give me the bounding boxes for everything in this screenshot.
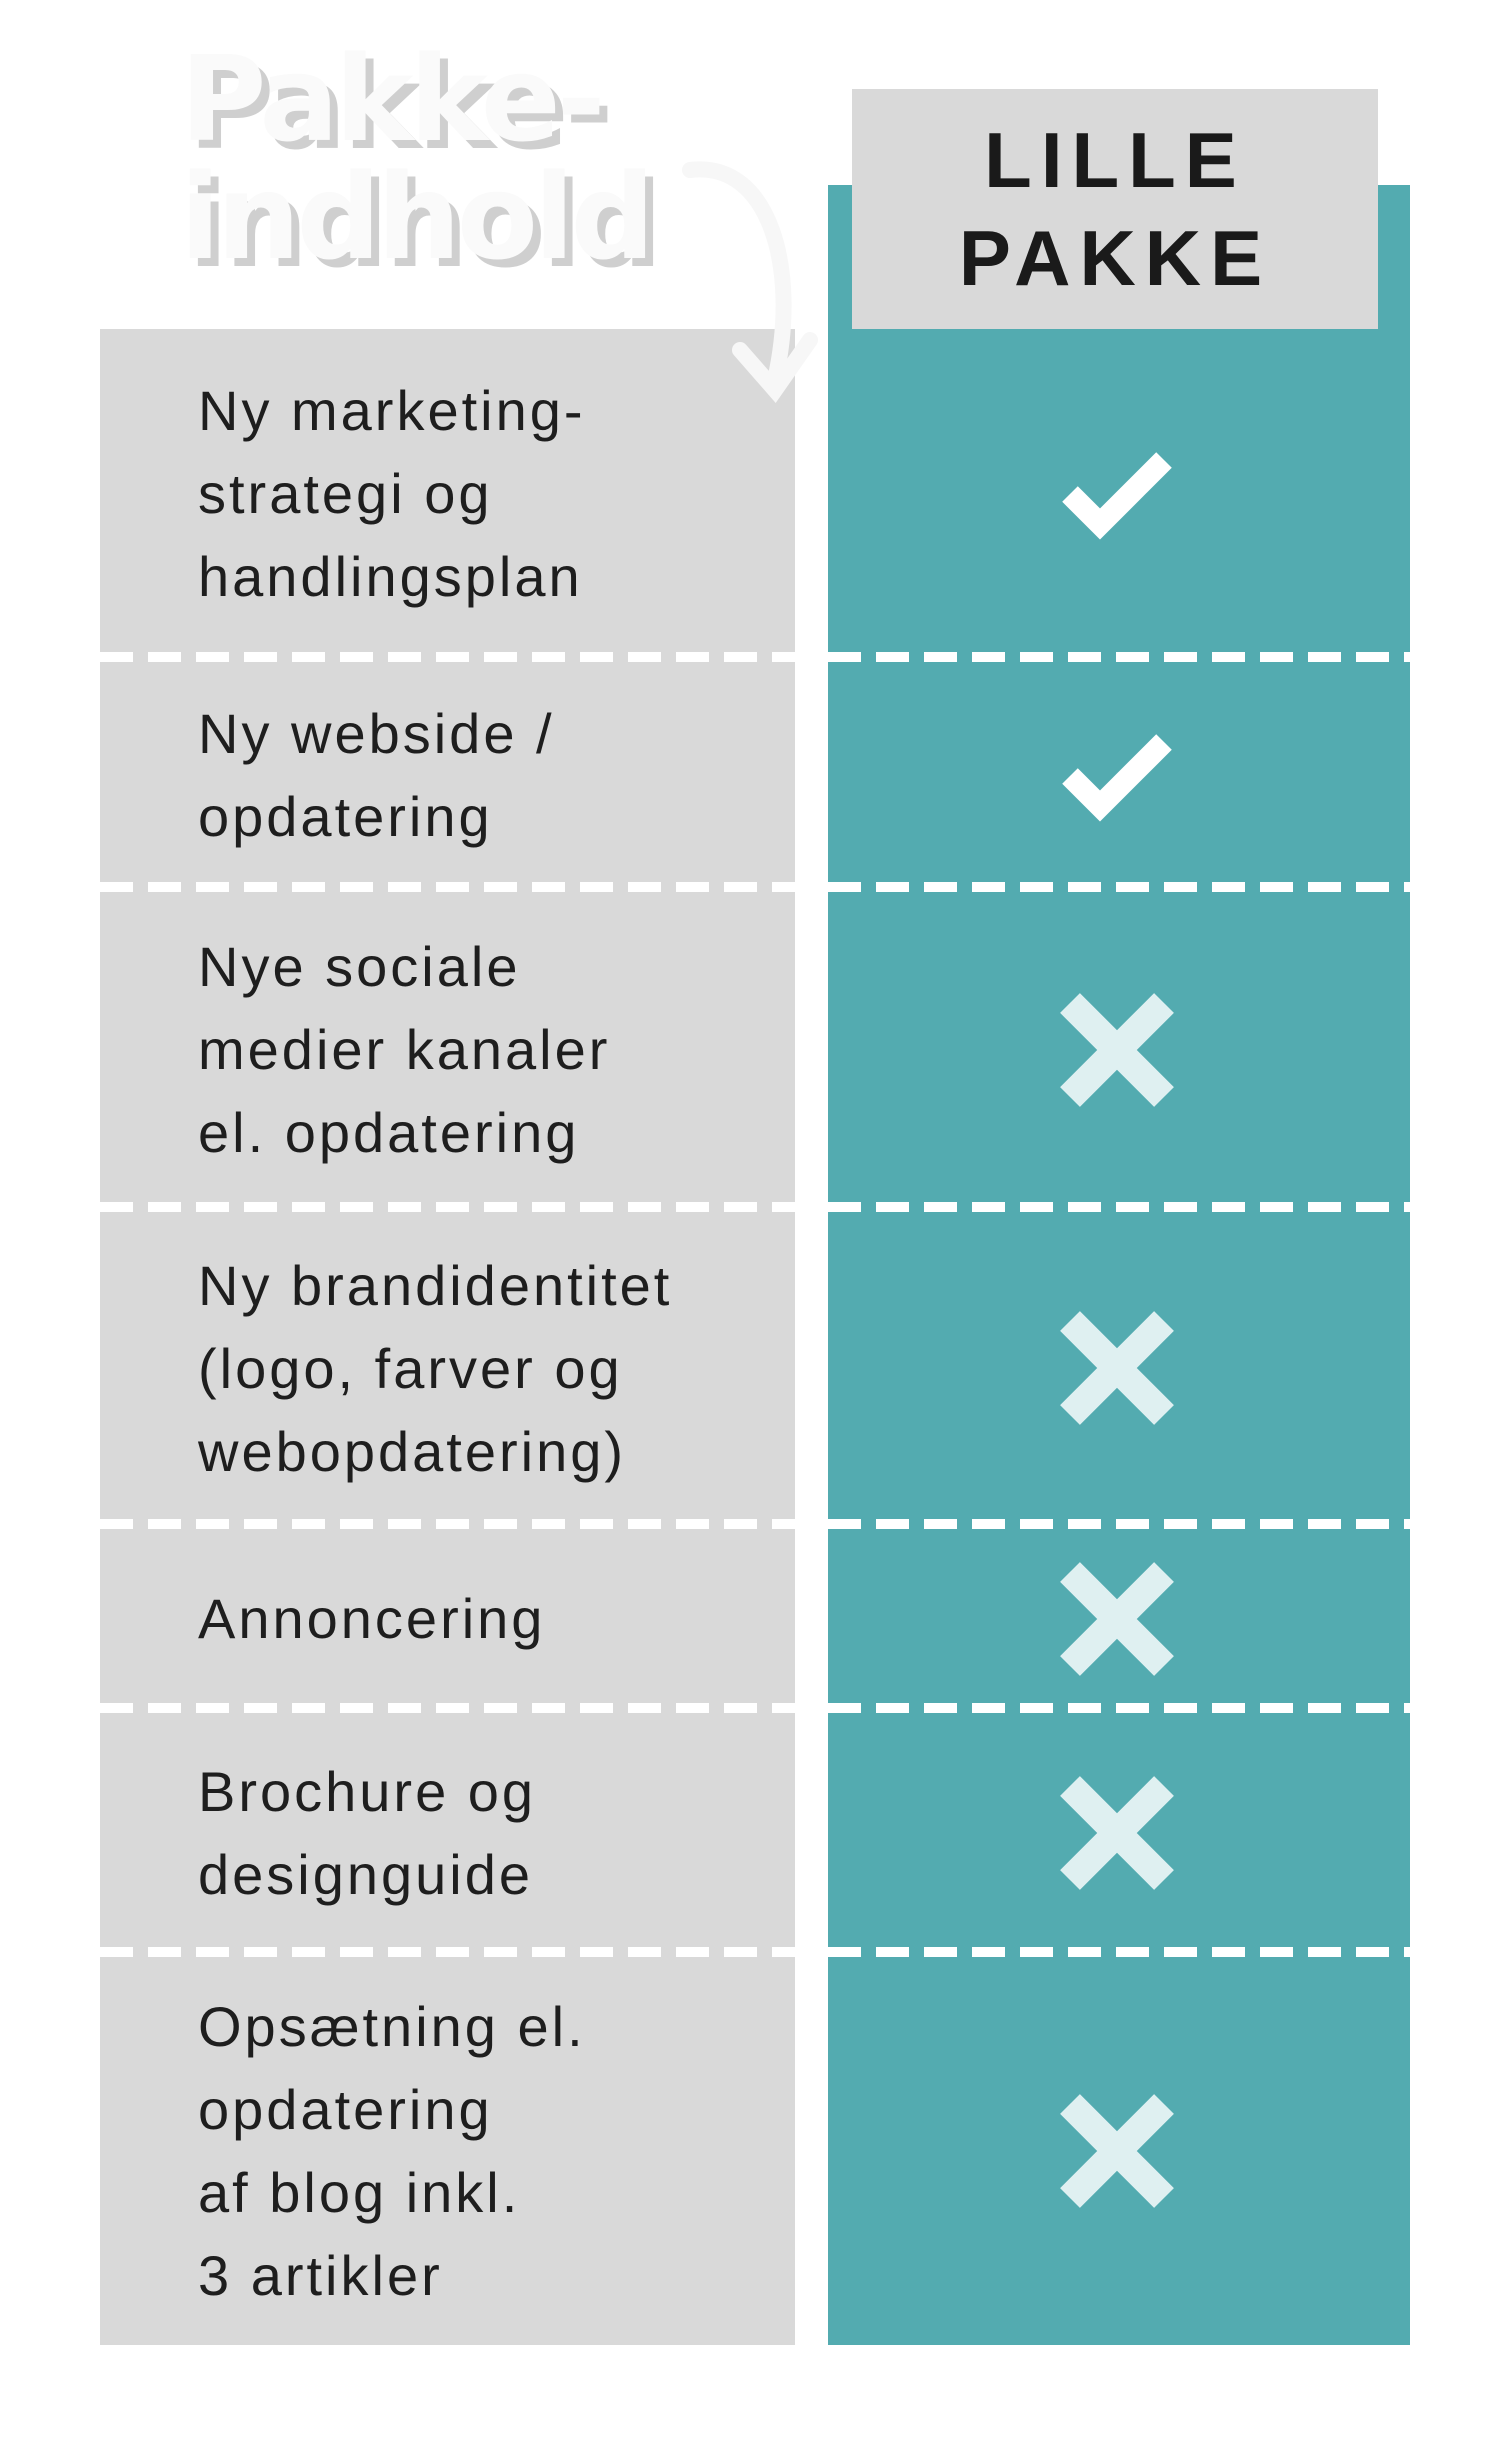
divider <box>100 1947 795 1957</box>
divider <box>828 652 1410 662</box>
feature-label: Ny webside / opdatering <box>198 701 555 848</box>
table-row: Ny marketing- strategi og handlingsplan <box>0 329 1512 657</box>
feature-label: Opsætning el. opdatering af blog inkl. 3… <box>198 1995 586 2307</box>
cross-icon <box>1052 2086 1182 2216</box>
feature-label: Nye sociale medier kanaler el. opdaterin… <box>198 935 611 1164</box>
cross-icon <box>1052 1303 1182 1433</box>
check-icon <box>1052 710 1182 840</box>
feature-label: Annoncering <box>198 1587 546 1650</box>
divider <box>828 1947 1410 1957</box>
check-icon <box>1052 428 1182 558</box>
feature-label: Ny marketing- strategi og handlingsplan <box>198 378 586 608</box>
package-header: LILLE PAKKE <box>852 89 1378 329</box>
divider <box>100 1202 795 1212</box>
package-title: LILLE PAKKE <box>958 116 1272 302</box>
feature-label: Ny brandidentitet (logo, farver og webop… <box>198 1253 673 1483</box>
table-row: Opsætning el. opdatering af blog inkl. 3… <box>0 1957 1512 2345</box>
table-row: Annoncering <box>0 1529 1512 1708</box>
divider <box>100 1703 795 1713</box>
feature-label: Brochure og designguide <box>198 1759 537 1906</box>
divider <box>100 882 795 892</box>
divider <box>828 882 1410 892</box>
cross-icon <box>1052 1554 1182 1684</box>
table-row: Ny webside / opdatering <box>0 662 1512 887</box>
divider <box>828 1703 1410 1713</box>
divider <box>100 652 795 662</box>
table-row: Nye sociale medier kanaler el. opdaterin… <box>0 892 1512 1207</box>
divider <box>100 1519 795 1529</box>
table-row: Ny brandidentitet (logo, farver og webop… <box>0 1212 1512 1524</box>
divider <box>828 1519 1410 1529</box>
divider <box>828 1202 1410 1212</box>
cross-icon <box>1052 1768 1182 1898</box>
cross-icon <box>1052 985 1182 1115</box>
table-row: Brochure og designguide <box>0 1713 1512 1952</box>
page-title: Pakke- indhold <box>180 30 655 286</box>
